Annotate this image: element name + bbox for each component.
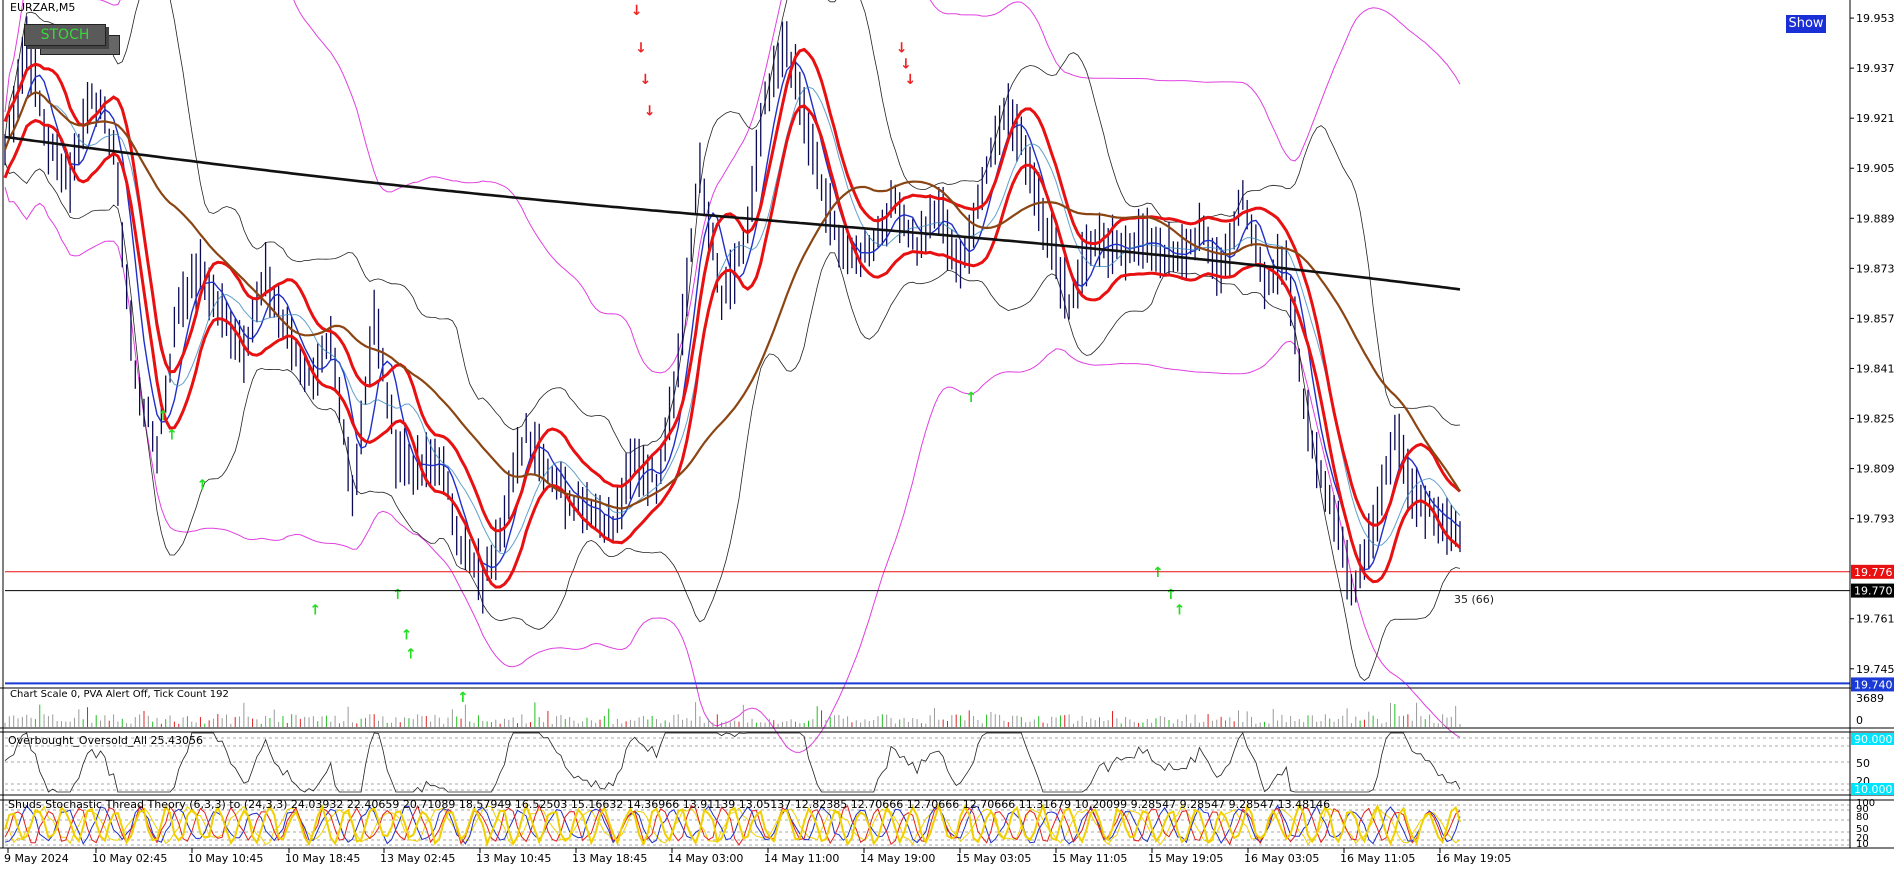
x-tick-label: 10 May 18:45 [285, 852, 360, 865]
x-tick-label: 13 May 18:45 [572, 852, 647, 865]
up-arrow-signal: ↑ [196, 477, 208, 493]
y-tick-label: 19.793 [1856, 513, 1894, 526]
stoch-button[interactable]: STOCH [24, 24, 106, 46]
up-arrow-signal: ↑ [1165, 587, 1177, 603]
osc-axis-label: 90.000 [1854, 733, 1893, 746]
down-arrow-signal: ↓ [639, 72, 651, 88]
y-tick-label: 19.889 [1856, 212, 1894, 225]
down-arrow-signal: ↓ [635, 41, 647, 57]
x-tick-label: 13 May 02:45 [380, 852, 455, 865]
up-arrow-signal: ↑ [309, 603, 321, 619]
x-tick-label: 14 May 19:00 [860, 852, 935, 865]
stoch-axis-label: 80 [1856, 812, 1869, 823]
y-tick-label: 19.745 [1856, 663, 1894, 676]
y-tick-label: 19.921 [1856, 112, 1894, 125]
x-tick-label: 15 May 03:05 [956, 852, 1031, 865]
down-arrow-signal: ↓ [644, 103, 656, 119]
y-tick-label: 19.873 [1856, 262, 1894, 275]
y-tick-label: 19.825 [1856, 413, 1894, 426]
x-tick-label: 14 May 03:00 [668, 852, 743, 865]
up-arrow-signal: ↑ [965, 390, 977, 406]
y-tick-label: 19.953 [1856, 12, 1894, 25]
stoch-axis-label: 10 [1856, 839, 1869, 850]
x-tick-label: 16 May 11:05 [1340, 852, 1415, 865]
up-arrow-signal: ↑ [1152, 565, 1164, 581]
line-annotation: 35 (66) [1454, 593, 1494, 606]
down-arrow-signal: ↓ [631, 3, 643, 19]
volume-panel-label: Chart Scale 0, PVA Alert Off, Tick Count… [10, 689, 229, 700]
up-arrow-signal: ↑ [401, 628, 413, 644]
down-arrow-signal: ↓ [904, 72, 916, 88]
volume-axis-label: 0 [1856, 714, 1863, 727]
x-tick-label: 15 May 19:05 [1148, 852, 1223, 865]
up-arrow-signal: ↑ [1174, 603, 1186, 619]
price-chart[interactable]: ↑↑↑↑↑↑↑↑↑↑↑↑↓↓↓↓↓↓↓↓ 19.95319.93719.9211… [0, 0, 1894, 878]
stoch-panel-label: Shuds Stochastic Thread Theory (6,3,3) t… [8, 798, 1330, 811]
y-tick-label: 19.841 [1856, 362, 1894, 375]
price-tag-blue: 19.740 [1854, 678, 1893, 691]
osc-panel-label: Overbought_Oversold_All 25.43056 [8, 734, 203, 747]
x-tick-label: 10 May 10:45 [188, 852, 263, 865]
price-tag-black: 19.770 [1854, 585, 1893, 598]
price-tag-red: 19.776 [1854, 566, 1893, 579]
y-tick-label: 19.905 [1856, 162, 1894, 175]
x-tick-label: 15 May 11:05 [1052, 852, 1127, 865]
down-arrow-signal: ↓ [896, 41, 908, 57]
up-arrow-signal: ↑ [157, 409, 169, 425]
x-tick-label: 14 May 11:00 [764, 852, 839, 865]
x-tick-label: 16 May 03:05 [1244, 852, 1319, 865]
up-arrow-signal: ↑ [457, 690, 469, 706]
osc-axis-label: 10.000 [1854, 783, 1893, 796]
up-arrow-signal: ↑ [392, 587, 404, 603]
x-tick-label: 10 May 02:45 [92, 852, 167, 865]
y-tick-label: 19.937 [1856, 62, 1894, 75]
up-arrow-signal: ↑ [166, 427, 178, 443]
up-arrow-signal: ↑ [405, 646, 417, 662]
y-tick-label: 19.809 [1856, 463, 1894, 476]
x-tick-label: 13 May 10:45 [476, 852, 551, 865]
volume-axis-label: 3689 [1856, 692, 1884, 705]
y-tick-label: 19.761 [1856, 613, 1894, 626]
symbol-title: EURZAR,M5 [10, 1, 76, 14]
show-button[interactable]: Show [1786, 15, 1826, 33]
osc-axis-label: 50 [1856, 757, 1870, 770]
down-arrow-signal: ↓ [900, 56, 912, 72]
x-tick-label: 9 May 2024 [4, 852, 69, 865]
y-tick-label: 19.857 [1856, 312, 1894, 325]
x-tick-label: 16 May 19:05 [1436, 852, 1511, 865]
